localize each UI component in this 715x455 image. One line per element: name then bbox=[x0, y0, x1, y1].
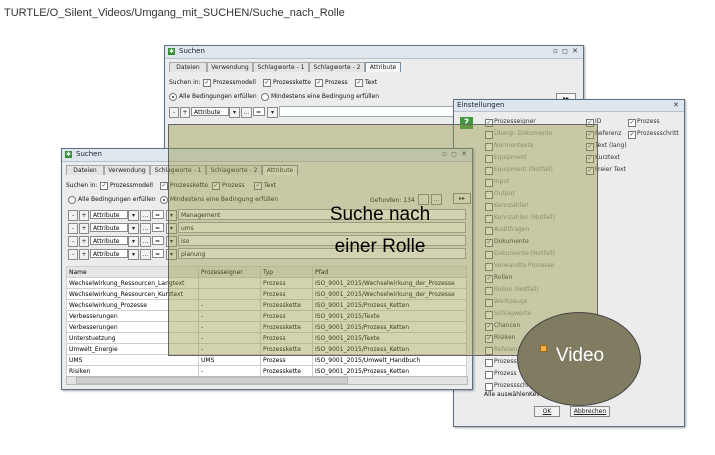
tab-schlagworte-2[interactable]: Schlagworte - 2 bbox=[309, 62, 365, 72]
check-prozesskette[interactable]: ✓ bbox=[263, 79, 271, 87]
attribute-select[interactable]: Attribute bbox=[90, 249, 128, 258]
attribute-more-button[interactable]: … bbox=[140, 249, 151, 260]
label-text: Text bbox=[365, 79, 378, 86]
app-icon: ✱ bbox=[168, 48, 175, 55]
attribute-select[interactable]: Attribute bbox=[90, 210, 128, 219]
check-prozesskette[interactable]: ✓ bbox=[160, 182, 168, 190]
option-label: Prozess bbox=[494, 358, 517, 365]
option-checkbox[interactable] bbox=[485, 371, 493, 379]
select-all-link[interactable]: Alle auswählen bbox=[484, 391, 529, 398]
attribute-select[interactable]: Attribute bbox=[90, 223, 128, 232]
cell-owner: - bbox=[198, 365, 261, 377]
label-prozess: Prozess bbox=[325, 79, 348, 86]
remove-condition-button[interactable]: - bbox=[68, 210, 78, 221]
tab-dateien[interactable]: Dateien bbox=[169, 62, 207, 72]
option-label: Prozess bbox=[494, 370, 517, 377]
add-condition-button[interactable]: + bbox=[180, 107, 190, 118]
operator-select[interactable]: = bbox=[152, 223, 164, 232]
option-checkbox[interactable]: ✓ bbox=[628, 119, 636, 127]
option-label: Prozessschritt bbox=[637, 130, 679, 137]
table-row[interactable]: UMS UMS Prozess ISO_9001_2015/Umwelt_Handbu… bbox=[66, 354, 467, 366]
attribute-dropdown-icon[interactable]: ▾ bbox=[128, 249, 139, 260]
page-path: TURTLE/O_Silent_Videos/Umgang_mit_SUCHEN… bbox=[4, 7, 345, 19]
radio-any-condition[interactable] bbox=[261, 93, 269, 101]
operator-select[interactable]: = bbox=[152, 236, 164, 245]
attribute-more-button[interactable]: … bbox=[241, 107, 252, 118]
add-condition-button[interactable]: + bbox=[79, 210, 89, 221]
option-label: Prozess bbox=[637, 118, 660, 125]
check-prozessmodell[interactable]: ✓ bbox=[100, 182, 108, 190]
attribute-select[interactable]: Attribute bbox=[90, 236, 128, 245]
cancel-button[interactable]: Abbrechen bbox=[570, 406, 610, 417]
radio-all-conditions[interactable] bbox=[68, 196, 76, 204]
option-label: Text (lang) bbox=[595, 142, 627, 149]
cell-path: ISO_9001_2015/Prozess_Ketten bbox=[312, 365, 467, 377]
cell-name: UMS bbox=[66, 354, 199, 366]
front-window-title: Suchen bbox=[76, 150, 102, 158]
tab-verwendung[interactable]: Verwendung bbox=[104, 165, 150, 175]
attribute-more-button[interactable]: … bbox=[140, 223, 151, 234]
attribute-select[interactable]: Attribute bbox=[191, 107, 229, 116]
label-any-condition: Mindestens eine Bedingung erfüllen bbox=[271, 93, 380, 100]
cell-name: Risiken bbox=[66, 365, 199, 377]
settings-close-icon[interactable]: ✕ bbox=[673, 101, 680, 109]
check-text[interactable]: ✓ bbox=[355, 79, 363, 87]
table-row[interactable]: Risiken - Prozesskette ISO_9001_2015/Prozes… bbox=[66, 365, 467, 377]
remove-condition-button[interactable]: - bbox=[68, 249, 78, 260]
cell-path: ISO_9001_2015/Umwelt_Handbuch bbox=[312, 354, 467, 366]
app-icon: ✱ bbox=[65, 151, 72, 158]
operator-select[interactable]: = bbox=[253, 107, 265, 116]
remove-condition-button[interactable]: - bbox=[68, 223, 78, 234]
label-prozesskette: Prozesskette bbox=[273, 79, 311, 86]
search-in-label: Suchen in: bbox=[66, 182, 98, 189]
add-condition-button[interactable]: + bbox=[79, 223, 89, 234]
attribute-dropdown-icon[interactable]: ▾ bbox=[128, 210, 139, 221]
attribute-more-button[interactable]: … bbox=[140, 210, 151, 221]
radio-all-conditions[interactable] bbox=[169, 93, 177, 101]
tab-dateien[interactable]: Dateien bbox=[66, 165, 104, 175]
cell-owner: UMS bbox=[198, 354, 261, 366]
tab-attribute[interactable]: Attribute bbox=[365, 62, 401, 72]
tab-schlagworte-1[interactable]: Schlagworte - 1 bbox=[253, 62, 309, 72]
radio-any-condition[interactable] bbox=[160, 196, 168, 204]
window-controls[interactable]: ▫ ◻ ✕ bbox=[553, 47, 579, 55]
option-checkbox[interactable] bbox=[485, 383, 493, 391]
operator-select[interactable]: = bbox=[152, 249, 164, 258]
tab-verwendung[interactable]: Verwendung bbox=[207, 62, 253, 72]
option-label: Referenz bbox=[595, 130, 622, 137]
cell-type: Prozess bbox=[260, 354, 313, 366]
overlay-title-line-1: Suche nach bbox=[329, 204, 431, 225]
label-prozessmodell: Prozessmodell bbox=[110, 182, 153, 189]
add-condition-button[interactable]: + bbox=[79, 236, 89, 247]
attribute-dropdown-icon[interactable]: ▾ bbox=[229, 107, 240, 118]
label-all-conditions: Alle Bedingungen erfüllen bbox=[78, 196, 156, 203]
check-prozess[interactable]: ✓ bbox=[315, 79, 323, 87]
overlay-title-line-2: einer Rolle bbox=[334, 236, 426, 257]
option-checkbox[interactable]: ✓ bbox=[628, 131, 636, 139]
cell-type: Prozesskette bbox=[260, 365, 313, 377]
attribute-more-button[interactable]: … bbox=[140, 236, 151, 247]
video-label: Video bbox=[555, 345, 605, 366]
check-prozessmodell[interactable]: ✓ bbox=[203, 79, 211, 87]
scroll-thumb[interactable] bbox=[76, 377, 348, 384]
remove-condition-button[interactable]: - bbox=[68, 236, 78, 247]
operator-select[interactable]: = bbox=[152, 210, 164, 219]
remove-condition-button[interactable]: - bbox=[169, 107, 179, 118]
operator-dropdown-icon[interactable]: ▾ bbox=[267, 107, 278, 118]
back-window-title: Suchen bbox=[179, 47, 205, 55]
option-checkbox[interactable] bbox=[485, 359, 493, 367]
search-in-label: Suchen in: bbox=[169, 79, 201, 86]
ok-button[interactable]: OK bbox=[534, 406, 560, 417]
attribute-dropdown-icon[interactable]: ▾ bbox=[128, 236, 139, 247]
option-label: Freier Text bbox=[595, 166, 626, 173]
settings-col3: ✓ Prozess ✓ Prozessschritt bbox=[628, 118, 680, 144]
label-all-conditions: Alle Bedingungen erfüllen bbox=[179, 93, 257, 100]
settings-titlebar: Einstellungen ✕ bbox=[454, 100, 684, 112]
add-condition-button[interactable]: + bbox=[79, 249, 89, 260]
option-label: Kurztext bbox=[595, 154, 620, 161]
attribute-dropdown-icon[interactable]: ▾ bbox=[128, 223, 139, 234]
label-prozessmodell: Prozessmodell bbox=[213, 79, 256, 86]
back-window-titlebar: ✱ Suchen ▫ ◻ ✕ bbox=[165, 46, 583, 59]
settings-title: Einstellungen bbox=[457, 101, 505, 109]
